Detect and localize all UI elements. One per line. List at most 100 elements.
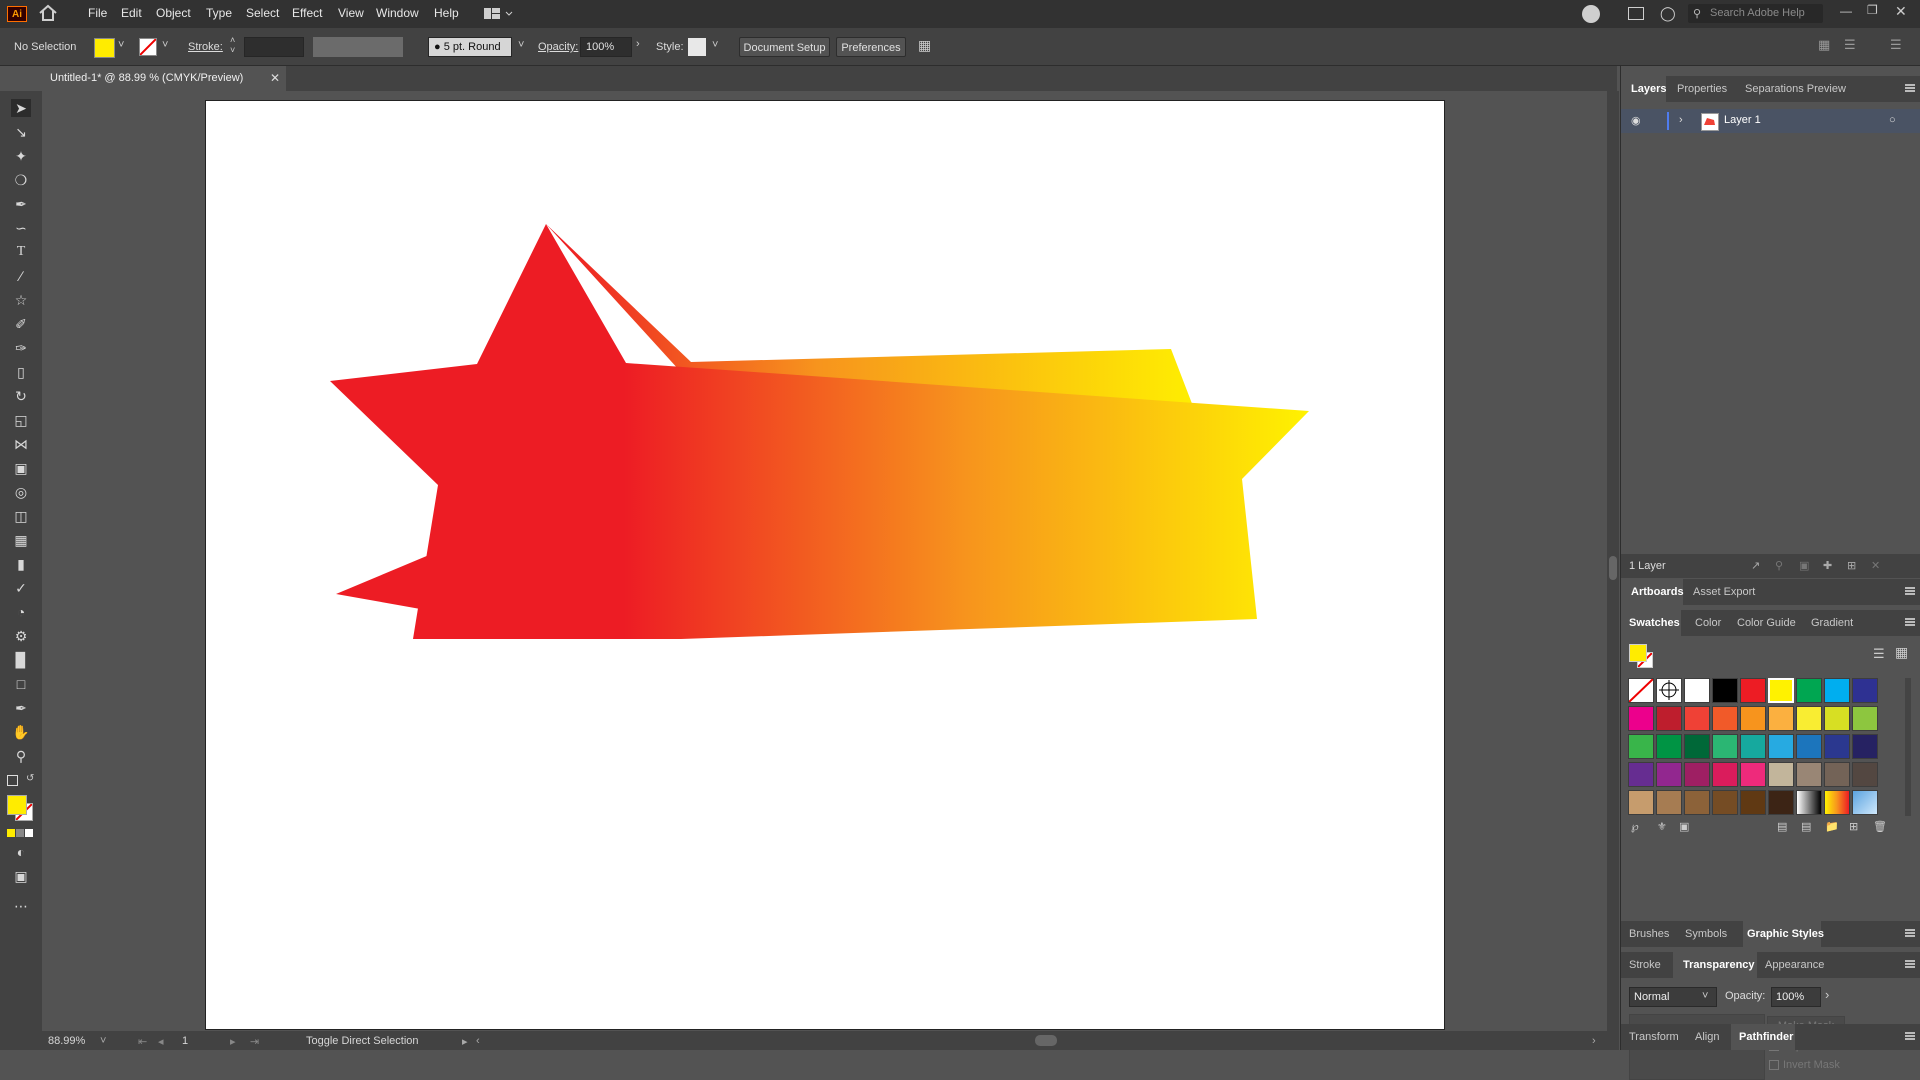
eye-icon[interactable]: ◉	[1631, 114, 1641, 127]
chevron-down-icon[interactable]: ˅	[518, 39, 524, 51]
previous-artboard-icon[interactable]: ◂	[158, 1035, 164, 1048]
user-account-icon[interactable]	[1582, 5, 1600, 23]
swatch[interactable]	[1824, 678, 1850, 703]
menu-object[interactable]: Object	[156, 6, 191, 20]
swatch[interactable]	[1740, 762, 1766, 787]
swatch[interactable]	[1656, 734, 1682, 759]
swatch[interactable]	[1712, 734, 1738, 759]
canvas-area[interactable]	[42, 91, 1607, 1031]
vertical-scrollbar[interactable]	[1607, 91, 1619, 1031]
panel-menu-icon[interactable]	[1905, 1032, 1915, 1040]
draw-mode-icon[interactable]: ◐	[11, 843, 31, 861]
preferences-button[interactable]: Preferences	[836, 37, 906, 57]
fill-color-swatch[interactable]	[94, 38, 115, 58]
zoom-level[interactable]: 88.99%	[48, 1035, 85, 1047]
layer-name[interactable]: Layer 1	[1724, 114, 1761, 126]
swatch-pattern[interactable]	[1852, 790, 1878, 815]
swatch[interactable]	[1852, 762, 1878, 787]
variable-width-profile[interactable]	[313, 37, 403, 57]
stroke-weight-field[interactable]	[244, 37, 304, 57]
minimize-button[interactable]: —	[1840, 4, 1852, 18]
chevron-down-icon[interactable]: ˅	[712, 39, 718, 51]
menu-select[interactable]: Select	[246, 6, 279, 20]
blend-tool-icon[interactable]: ◔	[11, 603, 31, 621]
scale-tool-icon[interactable]: ◱	[11, 411, 31, 429]
menu-file[interactable]: File	[88, 6, 107, 20]
eraser-tool-icon[interactable]: ▯	[11, 363, 31, 381]
tab-pathfinder[interactable]: Pathfinder	[1739, 1031, 1793, 1043]
tab-gradient[interactable]: Gradient	[1811, 617, 1853, 629]
swatch[interactable]	[1768, 706, 1794, 731]
swatch[interactable]	[1852, 706, 1878, 731]
transparency-opacity-field[interactable]: 100%	[1771, 987, 1821, 1007]
tab-stroke[interactable]: Stroke	[1629, 959, 1661, 971]
close-button[interactable]: ✕	[1895, 3, 1907, 20]
graphic-style-swatch[interactable]	[688, 38, 706, 56]
tab-color[interactable]: Color	[1695, 617, 1721, 629]
tab-transform[interactable]: Transform	[1629, 1031, 1679, 1043]
swatch[interactable]	[1852, 734, 1878, 759]
swatch[interactable]	[1712, 790, 1738, 815]
swatch[interactable]	[1796, 678, 1822, 703]
swatch-scrollbar[interactable]	[1905, 678, 1911, 816]
swatch[interactable]	[1740, 734, 1766, 759]
swatch-gradient[interactable]	[1824, 790, 1850, 815]
free-transform-tool-icon[interactable]: ▣	[11, 459, 31, 477]
swatch-libraries-icon[interactable]: ℘	[1631, 820, 1639, 833]
swatch[interactable]	[1796, 706, 1822, 731]
blob-brush-tool-icon[interactable]: ✑	[11, 339, 31, 357]
swatch[interactable]	[1684, 678, 1710, 703]
swatch-gradient[interactable]	[1796, 790, 1822, 815]
tab-layers[interactable]: Layers	[1631, 83, 1666, 95]
mesh-tool-icon[interactable]: ▦	[11, 531, 31, 549]
tab-artboards[interactable]: Artboards	[1631, 586, 1684, 598]
first-artboard-icon[interactable]: ⇤	[138, 1035, 147, 1048]
menu-effect[interactable]: Effect	[292, 6, 322, 20]
menu-type[interactable]: Type	[206, 6, 232, 20]
swatch[interactable]	[1712, 678, 1738, 703]
stroke-stepper[interactable]: ˄ ˅	[230, 35, 235, 55]
tab-appearance[interactable]: Appearance	[1765, 959, 1824, 971]
swatch-fill-indicator[interactable]	[1629, 644, 1647, 662]
swatch[interactable]	[1656, 706, 1682, 731]
swatch[interactable]	[1628, 734, 1654, 759]
panel-menu-icon[interactable]	[1905, 960, 1915, 968]
scroll-left-icon[interactable]: ‹	[476, 1035, 480, 1047]
swatch[interactable]	[1712, 706, 1738, 731]
width-tool-icon[interactable]: ⋈	[11, 435, 31, 453]
magic-wand-tool-icon[interactable]: ✦	[11, 147, 31, 165]
menu-window[interactable]: Window	[376, 6, 419, 20]
rotate-tool-icon[interactable]: ↻	[11, 387, 31, 405]
chevron-right-icon[interactable]: ▸	[462, 1035, 468, 1048]
search-help-input[interactable]: ⚲ Search Adobe Help	[1688, 4, 1823, 23]
panel-menu-icon[interactable]: ☰	[1890, 37, 1902, 53]
arrange-documents-icon[interactable]	[1628, 7, 1644, 20]
chevron-right-icon[interactable]: ›	[636, 38, 640, 50]
export-icon[interactable]: ↗	[1751, 559, 1760, 572]
tab-asset-export[interactable]: Asset Export	[1693, 586, 1755, 598]
chevron-down-icon[interactable]: ˅	[118, 39, 124, 51]
swatch[interactable]	[1796, 762, 1822, 787]
tab-brushes[interactable]: Brushes	[1629, 928, 1669, 940]
opacity-field[interactable]: 100%	[580, 37, 632, 57]
lightbulb-icon[interactable]: ◯	[1660, 5, 1676, 22]
blend-mode-select[interactable]: Normal ˅	[1629, 987, 1717, 1007]
home-icon[interactable]	[38, 4, 60, 24]
new-swatch-icon[interactable]: ⊞	[1849, 820, 1858, 833]
opacity-label[interactable]: Opacity:	[538, 41, 578, 53]
list-view-icon[interactable]: ☰	[1873, 646, 1885, 662]
layer-row[interactable]: ◉ › Layer 1 ○	[1621, 109, 1920, 133]
lasso-tool-icon[interactable]: ❍	[11, 171, 31, 189]
panel-menu-icon[interactable]	[1905, 84, 1915, 92]
panel-menu-icon[interactable]	[1905, 618, 1915, 626]
menu-view[interactable]: View	[338, 6, 364, 20]
clipping-mask-icon[interactable]: ▣	[1799, 559, 1809, 572]
align-icon[interactable]: ☰	[1844, 37, 1856, 53]
arrange-icon[interactable]: ▦	[918, 37, 931, 54]
swatch[interactable]	[1656, 790, 1682, 815]
new-color-group-icon[interactable]: 📁	[1825, 820, 1839, 833]
chevron-down-icon[interactable]: ˅	[162, 39, 168, 51]
swatch[interactable]	[1628, 762, 1654, 787]
tab-symbols[interactable]: Symbols	[1685, 928, 1727, 940]
panel-menu-icon[interactable]	[1905, 929, 1915, 937]
